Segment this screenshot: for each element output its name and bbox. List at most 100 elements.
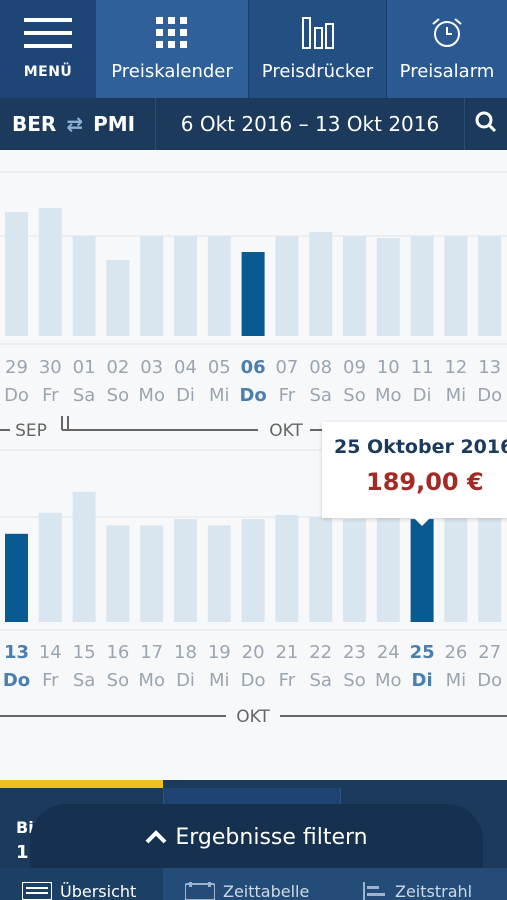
outbound-weekday: Di: [413, 385, 432, 406]
tooltip-date: 25 Oktober 2016: [334, 436, 507, 458]
outbound-day-number: 08: [309, 357, 332, 378]
return-day-number: 19: [208, 642, 231, 663]
return-weekday: Sa: [73, 670, 95, 691]
return-day-number: 14: [39, 642, 62, 663]
outbound-bar[interactable]: [174, 236, 197, 336]
outbound-bar[interactable]: [72, 236, 96, 336]
nav-price-calendar-label: Preiskalender: [111, 61, 233, 82]
outbound-weekday: So: [107, 385, 129, 406]
return-bar[interactable]: [275, 514, 299, 622]
outbound-bar[interactable]: [410, 236, 434, 336]
date-range[interactable]: 6 Okt 2016 – 13 Okt 2016: [156, 98, 465, 150]
menu-label: MENÜ: [23, 64, 73, 80]
bar-chart-icon: [301, 16, 335, 54]
price-calendar-content: 29 Do 30 Fr 01 Sa 02 So 03 Mo 04 Di 05 Mi 06 Do 07 Fr 08 Sa…: [0, 150, 507, 790]
search-summary-bar: BER ⇄ PMI 6 Okt 2016 – 13 Okt 2016: [0, 98, 507, 150]
return-bar[interactable]: [343, 519, 366, 622]
return-bar[interactable]: [5, 533, 28, 622]
nav-price-drop[interactable]: Preisdrücker: [248, 0, 386, 98]
outbound-bar[interactable]: [5, 212, 28, 336]
filter-results-button[interactable]: Ergebnisse filtern: [30, 804, 483, 870]
return-day-number: 23: [343, 642, 366, 663]
tab-overview[interactable]: Übersicht: [0, 868, 163, 900]
calendar-icon: [184, 882, 216, 900]
top-nav: MENÜ Preiskalender Preisdrücker Preisala…: [0, 0, 507, 98]
hamburger-icon: [24, 18, 72, 54]
outbound-month-label: OKT: [269, 421, 303, 441]
return-bar[interactable]: [72, 491, 96, 622]
outbound-bar[interactable]: [444, 236, 468, 336]
outbound-weekday: Mi: [209, 385, 230, 406]
return-bar[interactable]: [444, 517, 468, 622]
return-bar[interactable]: [174, 519, 197, 622]
return-day-number: 22: [309, 642, 332, 663]
return-bar[interactable]: [478, 517, 502, 622]
outbound-bar[interactable]: [376, 238, 400, 336]
return-day-number: 16: [106, 642, 129, 663]
outbound-weekday: Mi: [446, 385, 467, 406]
outbound-bar[interactable]: [207, 236, 231, 336]
menu-button[interactable]: MENÜ: [0, 0, 96, 98]
outbound-bar[interactable]: [106, 260, 130, 336]
outbound-bar[interactable]: [38, 208, 62, 336]
outbound-day-number: 01: [73, 357, 96, 378]
route[interactable]: BER ⇄ PMI: [0, 98, 156, 150]
return-bar[interactable]: [106, 525, 130, 622]
outbound-day-number: 04: [174, 357, 197, 378]
price-tooltip: 25 Oktober 2016 189,00 €: [322, 422, 507, 518]
outbound-day-number: 11: [411, 357, 434, 378]
tab-timetable-label: Zeittabelle: [223, 882, 310, 900]
nav-price-calendar[interactable]: Preiskalender: [96, 0, 248, 98]
outbound-bar[interactable]: [343, 236, 366, 336]
filter-results-label: Ergebnisse filtern: [175, 824, 368, 850]
timeline-icon: [363, 882, 387, 900]
nav-price-drop-label: Preisdrücker: [261, 61, 374, 82]
nav-price-alarm-label: Preisalarm: [399, 61, 495, 82]
active-tab-indicator: [0, 780, 163, 788]
outbound-weekday: Mo: [138, 385, 165, 406]
return-weekday: Fr: [42, 670, 59, 691]
return-weekday: Do: [3, 670, 30, 691]
list-icon: [21, 881, 53, 900]
return-weekday: Do: [477, 670, 502, 691]
search-button[interactable]: [465, 98, 507, 150]
return-bar[interactable]: [376, 517, 400, 622]
return-day-number: 17: [140, 642, 163, 663]
return-weekday: Mi: [446, 670, 467, 691]
outbound-day-number: 03: [140, 357, 163, 378]
tab-timetable[interactable]: Zeittabelle: [163, 868, 341, 900]
outbound-bar[interactable]: [140, 236, 164, 336]
outbound-bar[interactable]: [275, 236, 299, 336]
results-value: 1: [16, 842, 29, 863]
outbound-weekday: Di: [176, 385, 195, 406]
outbound-day-number: 07: [275, 357, 298, 378]
tooltip-price: 189,00 €: [366, 468, 484, 496]
nav-price-alarm[interactable]: Preisalarm: [386, 0, 507, 98]
return-day-number: 25: [410, 642, 435, 663]
outbound-month-label: SEP: [15, 421, 47, 441]
return-bar[interactable]: [140, 525, 164, 622]
outbound-bar[interactable]: [309, 232, 333, 336]
return-bar[interactable]: [207, 525, 231, 622]
tab-timeline[interactable]: Zeitstrahl: [341, 868, 507, 900]
grid-icon: [155, 16, 189, 54]
outbound-day-number: 12: [444, 357, 467, 378]
return-bar[interactable]: [241, 519, 265, 622]
return-weekday: So: [343, 670, 365, 691]
outbound-bar[interactable]: [478, 236, 502, 336]
return-bar[interactable]: [38, 512, 62, 622]
destination-code: PMI: [93, 112, 136, 136]
return-bar[interactable]: [309, 517, 333, 622]
return-bar[interactable]: [410, 519, 434, 622]
return-month-label: OKT: [236, 707, 270, 727]
outbound-day-number: 06: [241, 357, 266, 378]
return-weekday: Mi: [209, 670, 230, 691]
return-day-number: 15: [73, 642, 96, 663]
return-day-number: 20: [242, 642, 265, 663]
outbound-bar[interactable]: [241, 252, 265, 336]
outbound-weekday: Fr: [42, 385, 59, 406]
swap-icon: ⇄: [66, 112, 84, 136]
outbound-day-number: 02: [106, 357, 129, 378]
return-day-number: 21: [275, 642, 298, 663]
return-day-number: 13: [4, 642, 29, 663]
